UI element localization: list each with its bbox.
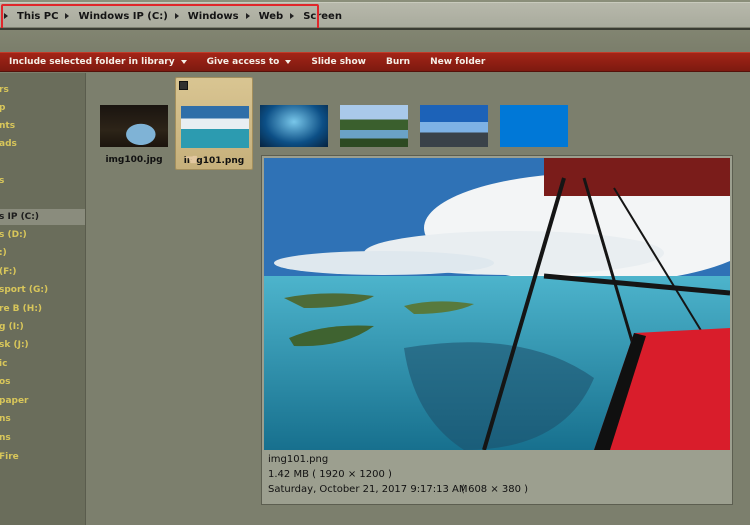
burn-button[interactable]: Burn [377,53,421,71]
nav-item-label: (F:) [0,267,17,277]
nav-item-label: :) [0,248,7,258]
nav-item-label: paper [0,396,29,406]
preview-date: Saturday, October 21, 2017 9:17:13 AM [268,484,468,495]
nav-item[interactable]: ads [0,136,85,152]
nav-item[interactable]: (F:) [0,264,85,280]
nav-item-label: g (I:) [0,322,24,332]
preview-image [264,158,730,450]
image-thumbnail [500,105,568,147]
image-preview-popup: img101.png 1.42 MB ( 1920 × 1200 ) Satur… [261,155,733,505]
nav-item-label: nts [0,121,16,131]
nav-item-label: re B (H:) [0,304,43,314]
nav-item[interactable]: re B (H:) [0,301,85,317]
nav-item[interactable]: :) [0,245,85,261]
nav-item[interactable]: sport (G:) [0,282,85,298]
nav-item[interactable]: paper [0,393,85,409]
nav-item[interactable]: os [0,374,85,390]
new-folder-label: New folder [430,57,486,67]
file-tile-img100[interactable]: img100.jpg [95,77,173,170]
nav-item[interactable]: ic [0,356,85,372]
give-access-label: Give access to [206,57,280,67]
hand-cursor-icon: ☚ [184,150,199,169]
nav-item[interactable]: Fire [0,449,85,465]
preview-filename: img101.png [268,454,329,465]
nav-item[interactable]: ns [0,411,85,427]
chevron-down-icon [285,60,292,64]
nav-item-label: sk (J:) [0,340,29,350]
command-bar: Include selected folder in library Give … [0,52,750,72]
nav-item[interactable]: nts [0,118,85,134]
nav-item[interactable]: s (D:) [0,227,85,243]
nav-item[interactable]: rs [0,82,85,98]
new-folder-button[interactable]: New folder [421,53,496,71]
give-access-button[interactable]: Give access to [198,53,303,71]
nav-item-label: s [0,173,4,189]
image-thumbnail [181,106,249,148]
image-thumbnail [260,105,328,147]
nav-item[interactable]: s [0,173,85,189]
nav-item[interactable]: sk (J:) [0,337,85,353]
nav-item-label: rs [0,85,9,95]
slide-show-button[interactable]: Slide show [302,53,377,71]
nav-item[interactable]: p [0,100,85,116]
image-thumbnail [340,105,408,147]
nav-item-label: ic [0,359,8,369]
image-thumbnail [420,105,488,147]
nav-item-label: s IP (C:) [0,212,39,222]
preview-details: img101.png 1.42 MB ( 1920 × 1200 ) Satur… [268,452,528,497]
nav-item[interactable]: g (I:) [0,319,85,335]
include-in-library-button[interactable]: Include selected folder in library [0,53,198,71]
nav-item-label: ads [0,139,17,149]
nav-item[interactable]: ns [0,430,85,446]
nav-item-label: ns [0,414,11,424]
nav-item-label: Fire [0,452,19,462]
chevron-down-icon [180,60,187,64]
nav-item-label: sport (G:) [0,285,49,295]
slide-show-label: Slide show [311,57,366,67]
selection-checkbox[interactable] [179,81,188,90]
divider [0,28,750,30]
nav-item-label: os [0,377,11,387]
address-bar[interactable]: This PC Windows IP (C:) Windows Web Scre… [0,2,750,30]
preview-size-dimensions: 1.42 MB ( 1920 × 1200 ) [268,469,392,480]
preview-scaled-dimensions: ( 608 × 380 ) [461,484,529,495]
nav-item-selected[interactable]: s IP (C:) [0,209,85,225]
include-in-library-label: Include selected folder in library [9,57,175,67]
file-list-area[interactable]: img100.jpg img101.png ☚ img101.png 1.42 … [87,73,750,525]
breadcrumb-highlight-box [1,4,319,30]
nav-item-label: p [0,100,5,116]
nav-item-label: ns [0,433,11,443]
file-name: img100.jpg [105,155,163,165]
nav-item-label: s (D:) [0,230,27,240]
aerial-photo-illustration [264,158,730,450]
navigation-pane[interactable]: rs p nts ads s s IP (C:) s (D:) :) (F:) … [0,73,86,525]
burn-label: Burn [385,57,411,67]
image-thumbnail [100,105,168,147]
